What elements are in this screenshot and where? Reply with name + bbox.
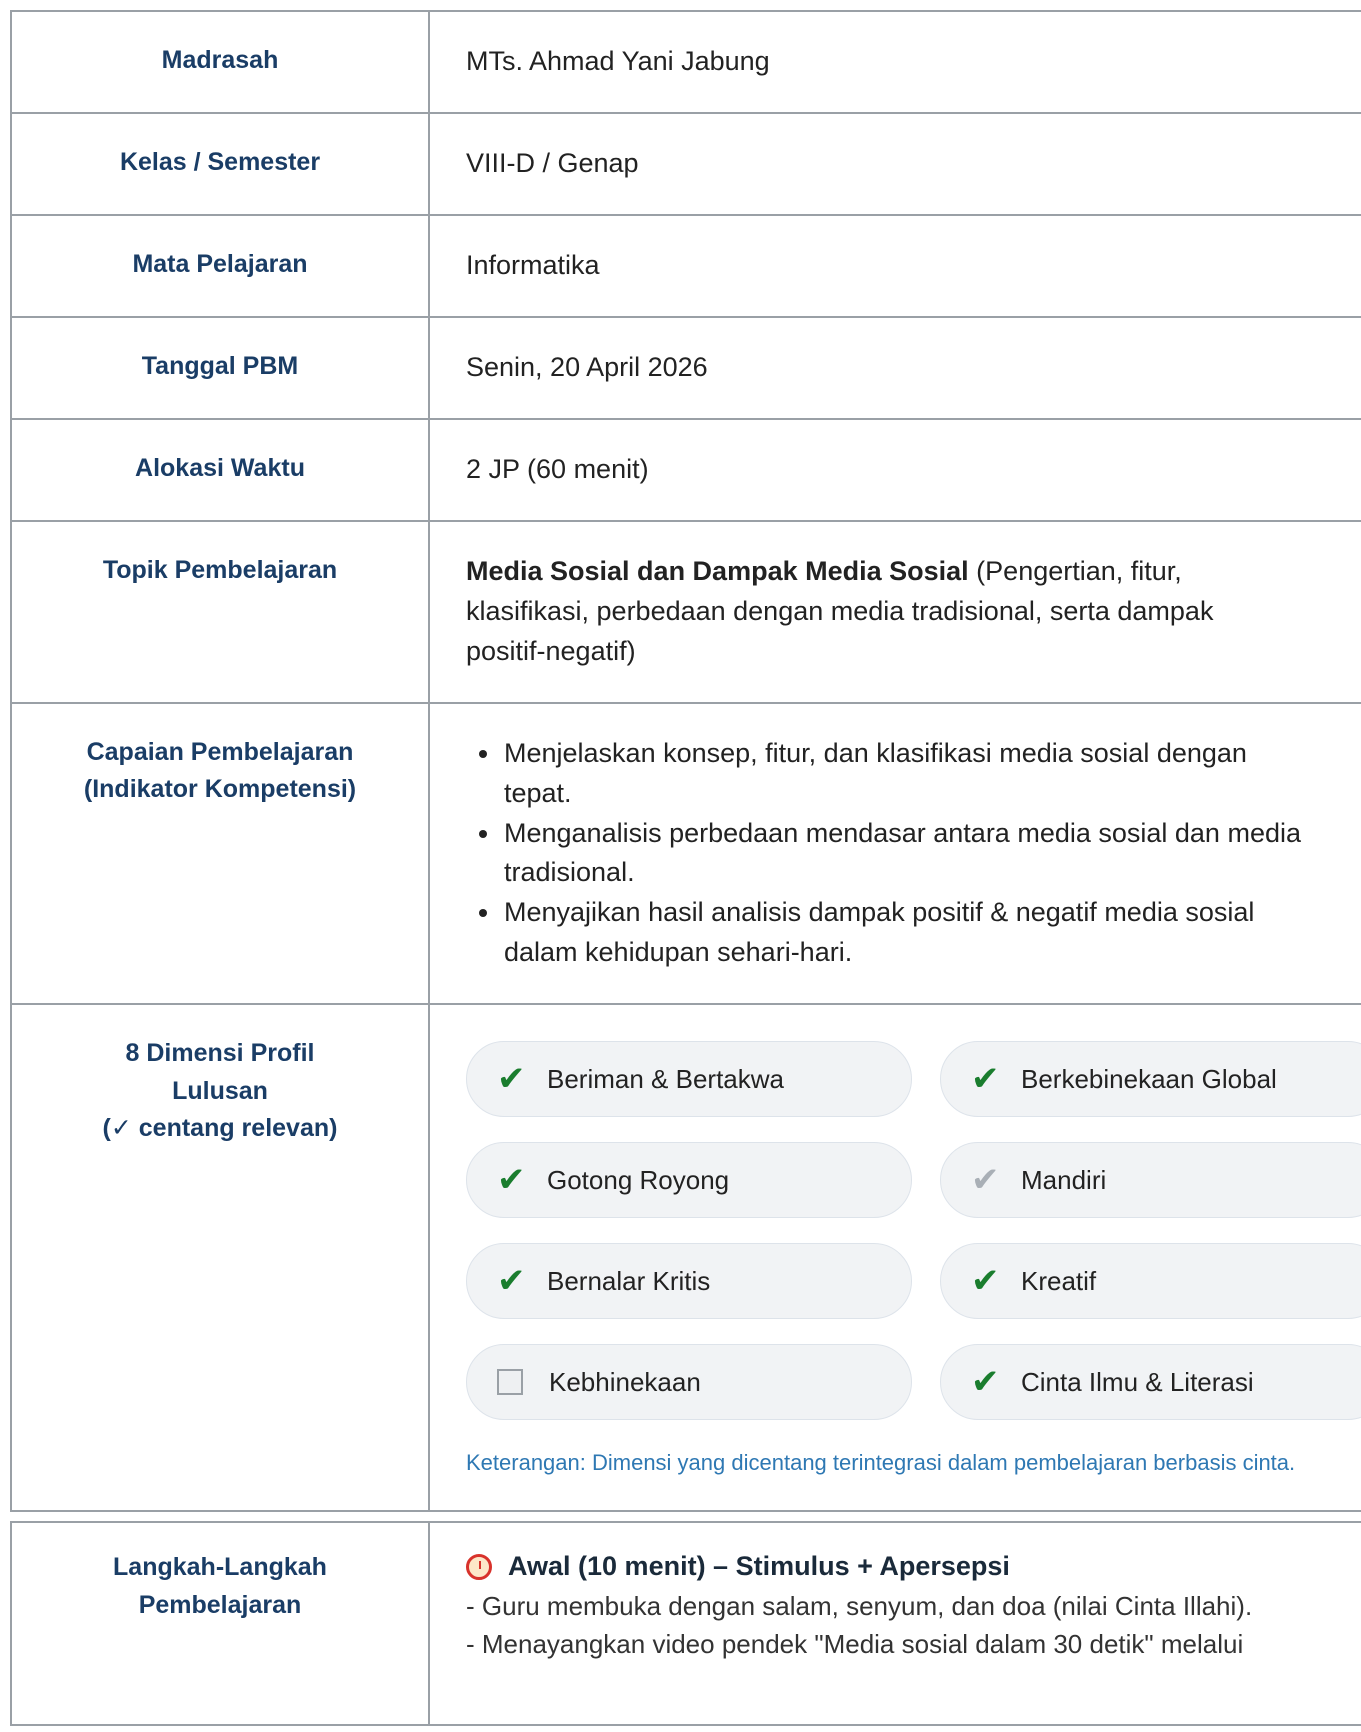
row-kelas: Kelas / Semester VIII-D / Genap	[10, 111, 1361, 216]
row-mapel: Mata Pelajaran Informatika	[10, 213, 1361, 318]
checkmark-icon: ✔	[971, 1060, 1000, 1099]
label-langkah: Langkah-Langkah Pembelajaran	[10, 1521, 430, 1726]
dimension-label: Kebhinekaan	[549, 1367, 701, 1398]
label-mapel: Mata Pelajaran	[10, 213, 430, 318]
dimension-grid: ✔ Beriman & Bertakwa ✔ Berkebinekaan Global…	[466, 1041, 1361, 1421]
row-topik: Topik Pembelajaran Media Sosial dan Damp…	[10, 519, 1361, 704]
dimension-item[interactable]: ✔ Berkebinekaan Global	[940, 1041, 1361, 1118]
dimension-item[interactable]: ✔ Mandiri	[940, 1142, 1361, 1219]
dimension-label: Cinta Ilmu & Literasi	[1021, 1367, 1254, 1398]
label-capaian: Capaian Pembelajaran (Indikator Kompeten…	[10, 701, 430, 1006]
dimension-item[interactable]: ✔ Beriman & Bertakwa	[466, 1041, 912, 1118]
dimension-item[interactable]: ✔ Kreatif	[940, 1243, 1361, 1320]
step-line: - Menayangkan video pendek "Media sosial…	[466, 1629, 1244, 1660]
checkmark-icon: ✔	[971, 1262, 1000, 1301]
checkmark-icon: ✔	[971, 1363, 1000, 1402]
value-alokasi: 2 JP (60 menit)	[428, 417, 1361, 522]
checkmark-icon: ✔	[971, 1161, 1000, 1200]
row-tanggal: Tanggal PBM Senin, 20 April 2026	[10, 315, 1361, 420]
capaian-item: Menganalisis perbedaan mendasar antara m…	[502, 814, 1308, 894]
step-title: Awal (10 menit) – Stimulus + Apersepsi	[466, 1547, 1352, 1587]
dimension-label: Gotong Royong	[547, 1165, 730, 1196]
row-capaian: Capaian Pembelajaran (Indikator Kompeten…	[10, 701, 1361, 1006]
step-line: - Guru membuka dengan salam, senyum, dan…	[466, 1590, 1253, 1621]
value-langkah: Awal (10 menit) – Stimulus + Apersepsi -…	[428, 1521, 1361, 1726]
dimension-item[interactable]: Kebhinekaan	[466, 1344, 912, 1421]
info-table: Madrasah MTs. Ahmad Yani Jabung Kelas / …	[10, 10, 1361, 1513]
dimension-label: Kreatif	[1021, 1266, 1097, 1297]
label-topik: Topik Pembelajaran	[10, 519, 430, 704]
value-tanggal: Senin, 20 April 2026	[428, 315, 1361, 420]
label-capaian-line2: (Indikator Kompetensi)	[83, 775, 357, 804]
empty-checkbox-icon	[497, 1369, 523, 1396]
checkmark-icon: ✔	[497, 1262, 526, 1301]
dimension-item[interactable]: ✔ Bernalar Kritis	[466, 1243, 912, 1320]
label-dimensi: 8 Dimensi Profil Lulusan (✓ centang rele…	[10, 1003, 430, 1513]
label-langkah-line1: Langkah-Langkah	[113, 1553, 327, 1581]
topik-title: Media Sosial dan Dampak Media Sosial	[466, 555, 969, 586]
label-dimensi-line1: 8 Dimensi Profil	[125, 1039, 315, 1068]
label-langkah-line2: Pembelajaran	[138, 1590, 302, 1619]
label-alokasi: Alokasi Waktu	[10, 417, 430, 522]
row-dimensi: 8 Dimensi Profil Lulusan (✓ centang rele…	[10, 1003, 1361, 1513]
dimension-label: Berkebinekaan Global	[1021, 1064, 1277, 1095]
row-alokasi: Alokasi Waktu 2 JP (60 menit)	[10, 417, 1361, 522]
checkmark-icon: ✔	[497, 1060, 526, 1099]
label-kelas: Kelas / Semester	[10, 111, 430, 216]
label-capaian-line1: Capaian Pembelajaran	[86, 737, 354, 766]
value-kelas: VIII-D / Genap	[428, 111, 1361, 216]
row-langkah: Langkah-Langkah Pembelajaran Awal (10 me…	[10, 1521, 1361, 1726]
checkmark-icon: ✔	[497, 1161, 526, 1200]
value-capaian: Menjelaskan konsep, fitur, dan klasifika…	[428, 701, 1361, 1006]
dimension-item[interactable]: ✔ Cinta Ilmu & Literasi	[940, 1344, 1361, 1421]
label-dimensi-line2: Lulusan	[172, 1076, 268, 1105]
value-topik: Media Sosial dan Dampak Media Sosial (Pe…	[428, 519, 1361, 704]
capaian-item: Menyajikan hasil analisis dampak positif…	[502, 893, 1308, 973]
value-mapel: Informatika	[428, 213, 1361, 318]
dimension-note: Keterangan: Dimensi yang dicentang terin…	[466, 1450, 1296, 1476]
value-madrasah: MTs. Ahmad Yani Jabung	[428, 10, 1361, 114]
steps-table: Langkah-Langkah Pembelajaran Awal (10 me…	[10, 1521, 1361, 1726]
step-title-text: Awal (10 menit) – Stimulus + Apersepsi	[508, 1551, 1010, 1581]
label-tanggal: Tanggal PBM	[10, 315, 430, 420]
capaian-item: Menjelaskan konsep, fitur, dan klasifika…	[502, 734, 1308, 814]
label-dimensi-line3: (✓ centang relevan)	[102, 1114, 338, 1143]
dimension-item[interactable]: ✔ Gotong Royong	[466, 1142, 912, 1219]
alarm-clock-icon	[466, 1553, 492, 1580]
value-dimensi: ✔ Beriman & Bertakwa ✔ Berkebinekaan Global…	[428, 1003, 1361, 1513]
dimension-label: Mandiri	[1021, 1165, 1107, 1196]
dimension-label: Beriman & Bertakwa	[547, 1064, 784, 1095]
row-madrasah: Madrasah MTs. Ahmad Yani Jabung	[10, 10, 1361, 114]
dimension-label: Bernalar Kritis	[547, 1266, 711, 1297]
label-madrasah: Madrasah	[10, 10, 430, 114]
capaian-list: Menjelaskan konsep, fitur, dan klasifika…	[466, 734, 1308, 974]
